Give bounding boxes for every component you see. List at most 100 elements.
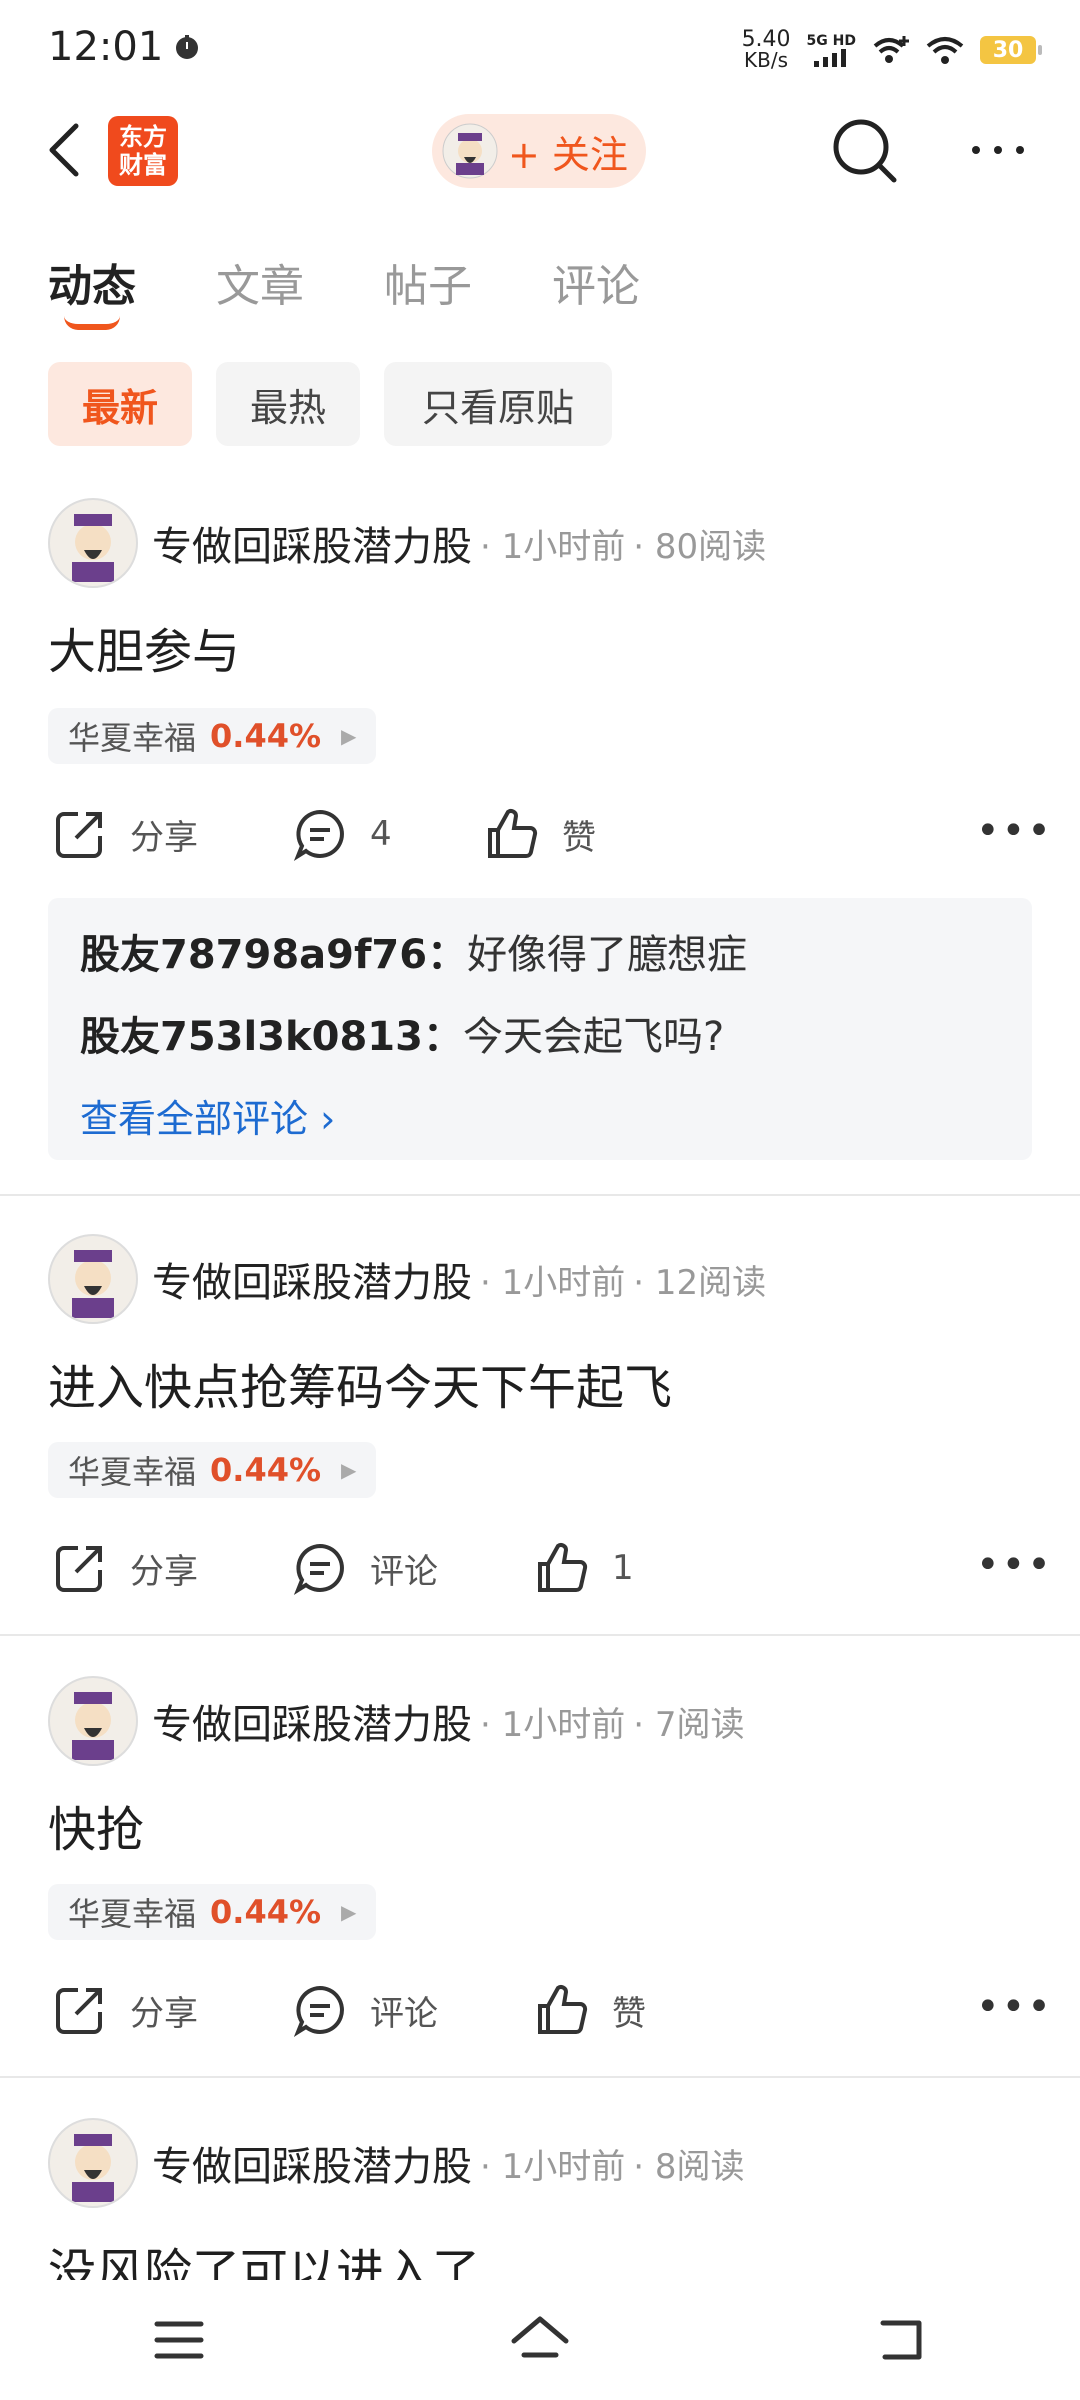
comment-user[interactable]: 股友78798a9f76 [80, 932, 427, 978]
stock-name: 华夏幸福 [68, 1453, 197, 1491]
post-time: · 1小时前 [480, 1704, 626, 1745]
status-time: 12:01 [48, 24, 201, 70]
author-name[interactable]: 专做回踩股潜力股 [152, 514, 472, 572]
comment-text: 好像得了臆想症 [467, 932, 748, 978]
network-label: 5G HD [807, 33, 856, 67]
read-count: · 8阅读 [633, 2146, 745, 2187]
comment-button[interactable]: 4 [292, 806, 392, 862]
stock-tag[interactable]: 华夏幸福 0.44% ▶ [48, 1884, 377, 1940]
arrow-right-icon: ▶ [341, 1458, 357, 1482]
read-count: · 7阅读 [633, 1704, 745, 1745]
post-header: 专做回踩股潜力股 · 1小时前 · 80阅读 [152, 514, 766, 572]
comment-line: 股友78798a9f76：好像得了臆想症 [80, 932, 748, 978]
post-time: · 1小时前 [480, 2146, 626, 2187]
comment-icon [293, 809, 344, 861]
thumbs-up-icon [488, 809, 538, 858]
stock-name: 华夏幸福 [68, 719, 197, 757]
comment-user[interactable]: 股友753l3k0813 [80, 1014, 423, 1060]
divider [0, 1194, 1080, 1196]
tab-posts[interactable]: 帖子 [384, 250, 472, 314]
share-icon [56, 812, 102, 858]
stock-tag[interactable]: 华夏幸福 0.44% ▶ [48, 1442, 377, 1498]
avatar [442, 123, 498, 179]
post-time: · 1小时前 [480, 526, 626, 567]
stock-name: 华夏幸福 [68, 1895, 197, 1933]
stock-tag[interactable]: 华夏幸福 0.44% ▶ [48, 708, 377, 764]
share-icon [56, 1546, 102, 1592]
thumbs-up-icon [538, 1543, 588, 1592]
system-nav-bar [0, 2280, 1080, 2400]
comment-line: 股友753l3k0813：今天会起飞吗? [80, 1014, 725, 1060]
search-icon[interactable] [830, 116, 900, 186]
share-icon [56, 1988, 102, 2034]
filter-original-only[interactable]: 只看原贴 [384, 362, 612, 446]
post-title[interactable]: 大胆参与 [48, 612, 240, 682]
back-nav-icon[interactable] [875, 2317, 927, 2363]
post-more-icon[interactable]: ••• [976, 1984, 1053, 2030]
comments-preview[interactable]: 股友78798a9f76：好像得了臆想症 股友753l3k0813：今天会起飞吗… [48, 898, 1032, 1160]
app-logo[interactable]: 东方 财富 [108, 116, 178, 186]
avatar [48, 1676, 138, 1766]
share-button[interactable]: 分享 [52, 806, 198, 862]
stock-change: 0.44% [210, 1451, 322, 1489]
read-count: · 12阅读 [633, 1262, 767, 1303]
post-more-icon[interactable]: ••• [976, 1542, 1053, 1588]
comment-button[interactable]: 评论 [292, 1540, 438, 1596]
divider [0, 2076, 1080, 2078]
stock-change: 0.44% [210, 717, 322, 755]
author-name[interactable]: 专做回踩股潜力股 [152, 1692, 472, 1750]
post-author-avatar[interactable] [48, 1676, 138, 1770]
battery-icon: 30 [980, 36, 1042, 64]
arrow-right-icon: ▶ [341, 724, 357, 748]
more-options-icon[interactable] [968, 140, 1028, 160]
post-header: 专做回踩股潜力股 · 1小时前 · 12阅读 [152, 1250, 766, 1308]
post-author-avatar[interactable] [48, 2118, 138, 2212]
wifi-plus-icon [873, 36, 909, 63]
clock-text: 12:01 [48, 24, 164, 70]
status-indicators: 5.40 KB/s 5G HD 30 [741, 27, 1042, 72]
wifi-icon [926, 37, 964, 64]
post-author-avatar[interactable] [48, 498, 138, 592]
read-count: · 80阅读 [633, 526, 767, 567]
tab-dynamic[interactable]: 动态 [48, 250, 136, 314]
like-button[interactable]: 1 [534, 1540, 634, 1596]
like-button[interactable]: 赞 [534, 1982, 646, 2038]
home-icon[interactable] [510, 2315, 570, 2365]
avatar [48, 2118, 138, 2208]
avatar [48, 498, 138, 588]
post-header: 专做回踩股潜力股 · 1小时前 · 7阅读 [152, 1692, 745, 1750]
tab-comments[interactable]: 评论 [552, 250, 640, 314]
active-tab-indicator [64, 316, 120, 330]
filter-hot[interactable]: 最热 [216, 362, 360, 446]
back-icon[interactable] [44, 120, 84, 180]
tab-articles[interactable]: 文章 [216, 250, 304, 314]
arrow-right-icon: ▶ [341, 1900, 357, 1924]
share-button[interactable]: 分享 [52, 1982, 198, 2038]
comment-button[interactable]: 评论 [292, 1982, 438, 2038]
comment-icon [293, 1543, 344, 1595]
post-header: 专做回踩股潜力股 · 1小时前 · 8阅读 [152, 2134, 745, 2192]
follow-button[interactable]: + 关注 [432, 114, 646, 188]
post-author-avatar[interactable] [48, 1234, 138, 1328]
filter-latest[interactable]: 最新 [48, 362, 192, 446]
thumbs-up-icon [538, 1985, 588, 2034]
post-title[interactable]: 快抢 [48, 1790, 144, 1860]
see-all-comments-link[interactable]: 查看全部评论 › [80, 1088, 335, 1143]
comment-text: 今天会起飞吗? [462, 1014, 725, 1060]
timer-icon [176, 35, 199, 59]
comment-icon [293, 1985, 344, 2037]
avatar [48, 1234, 138, 1324]
net-speed: 5.40 KB/s [741, 27, 791, 72]
post-more-icon[interactable]: ••• [976, 808, 1053, 854]
stock-change: 0.44% [210, 1893, 322, 1931]
like-button[interactable]: 赞 [484, 806, 596, 862]
author-name[interactable]: 专做回踩股潜力股 [152, 2134, 472, 2192]
profile-tabs: 动态 文章 帖子 评论 [48, 250, 640, 314]
share-button[interactable]: 分享 [52, 1540, 198, 1596]
post-title[interactable]: 进入快点抢筹码今天下午起飞 [48, 1348, 672, 1418]
signal-icon [814, 49, 847, 67]
menu-icon[interactable] [153, 2318, 205, 2362]
author-name[interactable]: 专做回踩股潜力股 [152, 1250, 472, 1308]
post-time: · 1小时前 [480, 1262, 626, 1303]
divider [0, 1634, 1080, 1636]
